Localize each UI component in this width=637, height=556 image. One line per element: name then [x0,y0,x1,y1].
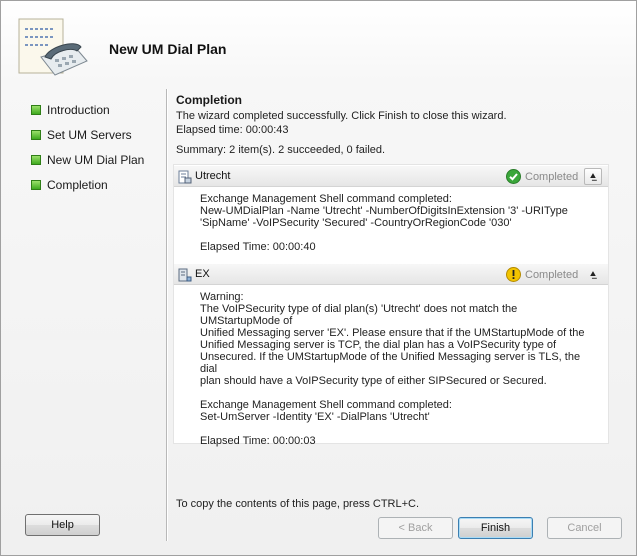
elapsed-time: Elapsed time: 00:00:43 [176,124,289,136]
result-status: Completed [525,171,579,183]
nav-item-label: Introduction [47,102,110,117]
nav-item-completion: Completion [31,172,161,197]
results-list[interactable]: Utrecht Completed ⯅̲ Exchange Management… [173,164,609,447]
nav-item-label: New UM Dial Plan [47,152,145,167]
dial-plan-phone-icon [18,18,88,76]
result-body-utrecht: Exchange Management Shell command comple… [174,187,608,263]
wizard-window: New UM Dial Plan Introduction Set UM Ser… [0,0,637,556]
collapse-button[interactable]: ⯅̲ [584,168,602,185]
nav-item-introduction: Introduction [31,97,161,122]
result-line: Warning: [200,291,244,303]
help-button[interactable]: Help [25,514,100,536]
result-header-utrecht: Utrecht Completed ⯅̲ [174,165,608,187]
result-name: EX [195,268,210,280]
result-line: New-UMDialPlan -Name 'Utrecht' -NumberOf… [200,205,568,217]
result-line: 'SipName' -VoIPSecurity 'Secured' -Count… [200,217,512,229]
result-line: Exchange Management Shell command comple… [200,399,452,411]
nav-item-new-um-dial-plan: New UM Dial Plan [31,147,161,172]
server-icon [178,268,192,282]
collapse-button[interactable]: ⯅̲ [584,266,602,283]
success-check-icon [506,169,521,184]
finish-button[interactable]: Finish [458,517,533,539]
result-line: Exchange Management Shell command comple… [200,193,452,205]
completion-message: The wizard completed successfully. Click… [176,110,507,122]
wizard-steps-nav: Introduction Set UM Servers New UM Dial … [31,97,161,197]
result-line: The VoIPSecurity type of dial plan(s) 'U… [200,303,518,327]
result-body-ex: Warning: The VoIPSecurity type of dial p… [174,285,608,457]
back-button[interactable]: < Back [378,517,453,539]
summary-text: Summary: 2 item(s). 2 succeeded, 0 faile… [176,144,386,156]
warning-icon [506,267,521,282]
vertical-divider [166,89,167,541]
step-complete-icon [31,179,41,190]
step-complete-icon [31,104,41,115]
result-name: Utrecht [195,170,231,182]
nav-item-label: Completion [47,177,108,192]
nav-item-set-um-servers: Set UM Servers [31,122,161,147]
result-line: Elapsed Time: 00:00:40 [200,241,316,253]
result-line: Unsecured. If the UMStartupMode of the U… [200,351,581,375]
nav-item-label: Set UM Servers [47,127,132,142]
result-line: Elapsed Time: 00:00:03 [200,435,316,447]
dialplan-icon [178,170,192,184]
result-line: Unified Messaging server 'EX'. Please en… [200,327,585,339]
completion-panel: Completion The wizard completed successf… [176,93,616,157]
step-complete-icon [31,129,41,140]
cancel-button[interactable]: Cancel [547,517,622,539]
section-title: Completion [176,93,242,107]
result-header-ex: EX Completed ⯅̲ [174,263,608,285]
step-complete-icon [31,154,41,165]
result-status: Completed [525,269,579,281]
result-line: Set-UmServer -Identity 'EX' -DialPlans '… [200,411,430,423]
result-line: Unified Messaging server is TCP, the dia… [200,339,557,351]
page-title: New UM Dial Plan [109,41,227,57]
result-line: plan should have a VoIPSecurity type of … [200,375,547,387]
copy-hint: To copy the contents of this page, press… [176,498,420,510]
